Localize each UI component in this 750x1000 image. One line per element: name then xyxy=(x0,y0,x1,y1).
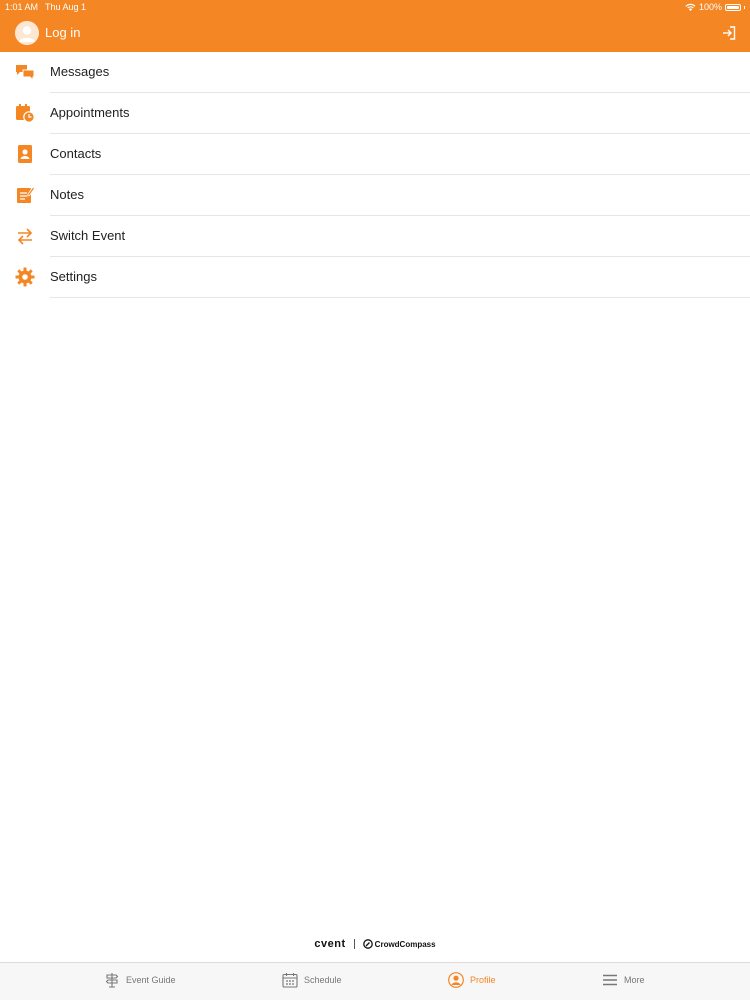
chat-bubbles-icon xyxy=(16,65,35,82)
menu-item-label: Contacts xyxy=(50,146,102,161)
tab-profile[interactable]: Profile xyxy=(448,972,496,988)
tab-schedule[interactable]: Schedule xyxy=(282,972,342,988)
cvent-logo: cvent xyxy=(314,938,346,950)
status-date: Thu Aug 1 xyxy=(45,2,87,12)
menu-item-messages[interactable]: Messages xyxy=(0,52,750,93)
gear-icon xyxy=(15,267,35,287)
app-header: Log in xyxy=(0,14,750,52)
menu-item-label: Appointments xyxy=(50,105,130,120)
tab-label: Schedule xyxy=(304,975,342,985)
tab-label: More xyxy=(624,975,645,985)
notepad-icon xyxy=(17,186,35,203)
user-avatar-icon[interactable] xyxy=(15,21,39,45)
wifi-icon xyxy=(685,3,696,11)
tab-bar: Event Guide Schedule Profile More xyxy=(0,962,750,1000)
crowdcompass-logo: CrowdCompass xyxy=(362,939,436,949)
tab-event-guide[interactable]: Event Guide xyxy=(104,972,176,988)
tab-more[interactable]: More xyxy=(602,972,645,988)
contact-book-icon xyxy=(18,145,32,163)
menu-item-notes[interactable]: Notes xyxy=(0,175,750,216)
user-circle-icon xyxy=(448,972,464,988)
sign-in-icon[interactable] xyxy=(722,26,736,40)
hamburger-menu-icon xyxy=(603,974,617,986)
battery-cap xyxy=(744,5,745,9)
signpost-icon xyxy=(105,973,119,988)
calendar-clock-icon xyxy=(16,104,35,123)
menu-item-switch-event[interactable]: Switch Event xyxy=(0,216,750,257)
login-button[interactable]: Log in xyxy=(45,25,80,40)
swap-arrows-icon xyxy=(17,228,33,245)
tab-label: Profile xyxy=(470,975,496,985)
brand-separator xyxy=(353,939,355,949)
status-bar: 1:01 AM Thu Aug 1 100% xyxy=(0,0,750,14)
battery-level-fill xyxy=(727,5,739,9)
crowdcompass-label: CrowdCompass xyxy=(374,939,436,949)
battery-percent: 100% xyxy=(698,2,722,12)
calendar-icon xyxy=(282,973,298,988)
menu-item-label: Settings xyxy=(50,269,97,284)
menu-item-contacts[interactable]: Contacts xyxy=(0,134,750,175)
brand-footer: cvent CrowdCompass xyxy=(0,938,750,950)
status-time: 1:01 AM xyxy=(5,2,39,12)
menu-item-label: Switch Event xyxy=(50,228,126,243)
crowdcompass-icon xyxy=(362,939,373,949)
divider xyxy=(50,297,750,298)
menu-item-settings[interactable]: Settings xyxy=(0,257,750,298)
menu-item-label: Notes xyxy=(50,187,84,202)
battery-icon xyxy=(725,3,741,11)
menu-item-appointments[interactable]: Appointments xyxy=(0,93,750,134)
status-indicators: 100% xyxy=(685,2,745,12)
tab-label: Event Guide xyxy=(126,975,176,985)
app-screen: 1:01 AM Thu Aug 1 100% Log in Messages A… xyxy=(0,0,750,1000)
menu-item-label: Messages xyxy=(50,64,110,79)
profile-menu: Messages Appointments Contacts Notes Swi… xyxy=(0,52,750,298)
